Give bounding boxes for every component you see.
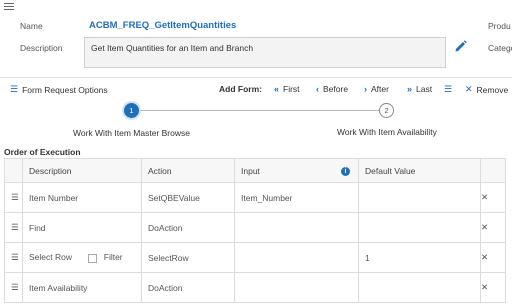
row-input[interactable]: Item_Number [234,182,359,213]
drag-column-header [4,158,23,183]
row-default-value[interactable] [358,182,481,213]
table-row: ☰ Select Row Filter SelectRow 1 ✕ [4,242,506,273]
drag-handle-icon[interactable]: ☰ [4,242,23,273]
remove-button[interactable]: ✕ Remove [465,84,508,95]
chevron-left-icon: ‹ [316,84,319,94]
table-header-row: Description Action Input i Default Value [4,158,506,183]
hamburger-menu-icon[interactable] [4,3,14,11]
double-chevron-left-icon: « [274,84,280,94]
table-row: ☰ Find DoAction ✕ [4,212,506,243]
drag-handle-icon[interactable]: ☰ [4,212,23,243]
row-action[interactable]: DoAction [141,212,235,243]
table-row: ☰ Item Availability DoAction ✕ [4,272,506,303]
add-last-button[interactable]: » Last [407,84,432,94]
list-icon: ☰ [10,84,19,94]
drag-handle-icon[interactable]: ☰ [4,182,23,213]
product-label: Produ [488,21,511,31]
category-label: Catego [488,43,512,53]
action-column-header[interactable]: Action [141,158,235,183]
description-column-header[interactable]: Description [22,158,142,183]
step-1-label[interactable]: Work With Item Master Browse [73,128,190,138]
filter-label: Filter [103,252,123,263]
form-request-options-button[interactable]: ☰ Form Request Options [10,84,108,95]
row-description: Find [22,212,142,243]
drag-handle-icon[interactable]: ☰ [4,272,23,303]
row-input[interactable] [234,212,359,243]
delete-row-icon[interactable]: ✕ [480,182,506,213]
step-1-indicator[interactable]: 1 [124,103,139,118]
row-action[interactable]: SelectRow [141,242,235,273]
description-field[interactable]: Get Item Quantities for an Item and Bran… [84,37,446,68]
order-of-execution-title: Order of Execution [4,147,81,157]
row-description-with-filter: Select Row Filter [22,242,142,273]
divider [0,77,512,78]
row-action[interactable]: SetQBEValue [141,182,235,213]
row-description: Item Number [22,182,142,213]
delete-row-icon[interactable]: ✕ [480,212,506,243]
name-value: ACBM_FREQ_GetItemQuantities [89,20,237,31]
list-view-button[interactable]: ☰ [444,84,456,95]
pencil-icon[interactable] [454,39,468,53]
delete-row-icon[interactable]: ✕ [480,272,506,303]
add-after-button[interactable]: › After [364,84,389,94]
stepper-line [140,110,380,111]
list-icon: ☰ [444,84,453,94]
filter-checkbox[interactable] [88,253,98,263]
row-default-value[interactable] [358,212,481,243]
default-value-column-header[interactable]: Default Value [358,158,481,183]
info-icon[interactable]: i [341,166,350,176]
chevron-right-icon: › [364,84,367,94]
step-2-label[interactable]: Work With Item Availability [337,127,437,137]
description-label: Description [20,43,63,53]
input-column-header[interactable]: Input i [234,158,359,183]
row-default-value[interactable] [358,272,481,303]
add-first-button[interactable]: « First [274,84,300,94]
row-input[interactable] [234,272,359,303]
step-2-indicator[interactable]: 2 [379,103,394,118]
add-before-button[interactable]: ‹ Before [316,84,348,94]
row-default-value[interactable]: 1 [358,242,481,273]
table-row: ☰ Item Number SetQBEValue Item_Number ✕ [4,182,506,213]
row-action[interactable]: DoAction [141,272,235,303]
row-description: Item Availability [22,272,142,303]
order-table: Description Action Input i Default Value… [4,158,506,303]
delete-row-icon[interactable]: ✕ [480,242,506,273]
close-x-icon: ✕ [465,84,473,94]
name-label: Name [20,21,43,31]
delete-column-header [480,158,506,183]
add-form-label: Add Form: [219,84,262,94]
double-chevron-right-icon: » [407,84,413,94]
row-input[interactable] [234,242,359,273]
